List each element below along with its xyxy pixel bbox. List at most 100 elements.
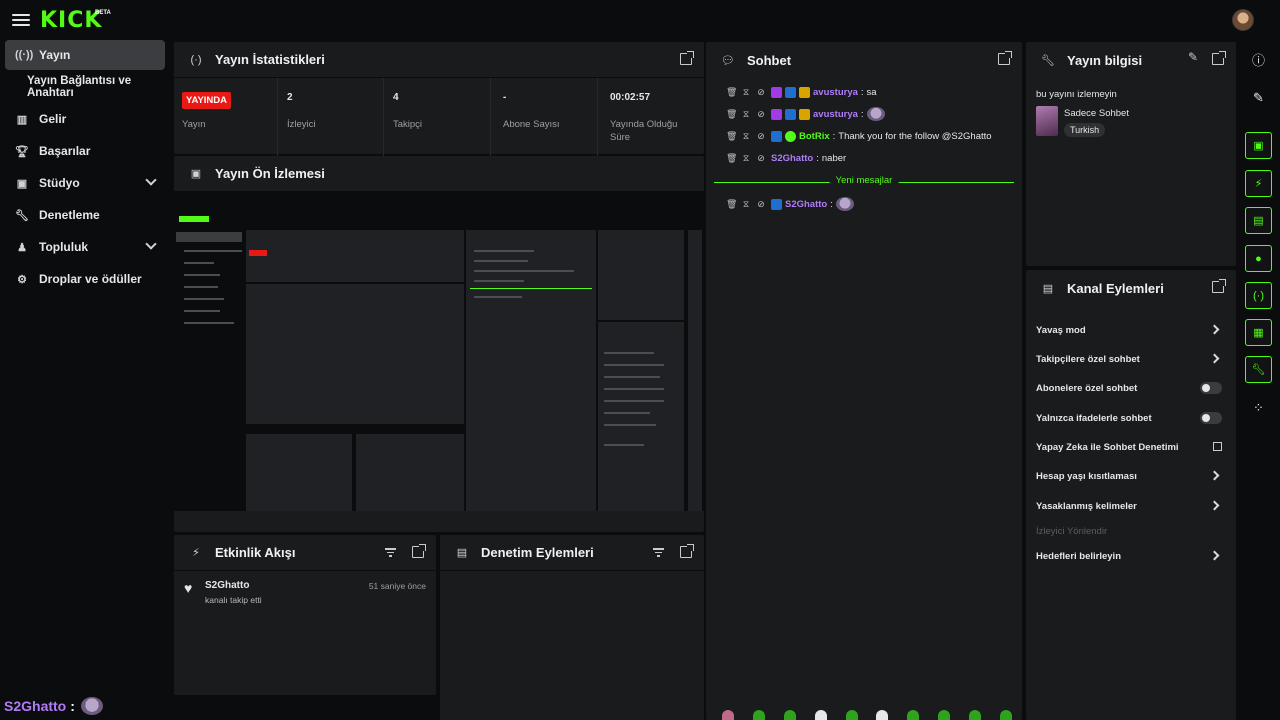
- sidebar-item-topluluk[interactable]: ♟ Topluluk: [5, 232, 165, 262]
- action-followers-only[interactable]: Takipçilere özel sohbet: [1036, 349, 1224, 369]
- chat-username[interactable]: avusturya: [813, 87, 858, 98]
- popout-icon[interactable]: [998, 51, 1012, 65]
- apps-icon[interactable]: ⁘: [1245, 394, 1272, 421]
- delete-icon[interactable]: 🗑︎: [726, 199, 737, 210]
- delete-icon[interactable]: 🗑︎: [726, 109, 737, 120]
- delete-icon[interactable]: 🗑︎: [726, 131, 737, 142]
- stat-label: Abone Sayısı: [503, 119, 560, 130]
- edit-icon[interactable]: ✎: [1188, 50, 1198, 64]
- filter-icon[interactable]: [385, 548, 396, 557]
- toggle-switch[interactable]: [1200, 382, 1222, 394]
- popout-icon[interactable]: [412, 544, 426, 558]
- chat-message[interactable]: 🗑︎ ⧖ ⊘ S2Ghatto :: [726, 196, 854, 212]
- broadcast-icon: (·): [1253, 289, 1264, 302]
- pencil-icon[interactable]: ✎: [1245, 84, 1272, 111]
- kick-logo[interactable]: KICK: [40, 8, 102, 33]
- mic-badge-icon: [771, 108, 782, 120]
- chat-message[interactable]: 🗑︎ ⧖ ⊘ avusturya :: [726, 106, 885, 122]
- timeout-icon[interactable]: ⧖: [741, 131, 751, 142]
- emote-icon[interactable]: [876, 710, 889, 720]
- action-banned-words[interactable]: Yasaklanmış kelimeler: [1036, 496, 1224, 516]
- rail-modlog-button[interactable]: ▤: [1245, 207, 1272, 234]
- sidebar-item-gelir[interactable]: ▥ Gelir: [5, 104, 165, 134]
- action-set-goals[interactable]: Hedefleri belirleyin: [1036, 546, 1224, 566]
- user-avatar[interactable]: [1232, 9, 1254, 31]
- category-name[interactable]: Sadece Sohbet: [1064, 108, 1129, 119]
- sidebar-item-studyo[interactable]: ▣ Stüdyo: [5, 168, 165, 198]
- toggle-switch[interactable]: [1200, 412, 1222, 424]
- timeout-icon[interactable]: ⧖: [741, 109, 751, 120]
- ban-icon[interactable]: ⊘: [756, 131, 766, 142]
- chat-icon: 💬︎: [721, 54, 735, 67]
- action-emotes-only[interactable]: Yalnızca ifadelerle sohbet: [1036, 408, 1224, 428]
- rail-stats-button[interactable]: (·): [1245, 282, 1272, 309]
- preview-sidebar-line: [184, 322, 234, 324]
- event-user[interactable]: S2Ghatto: [205, 580, 249, 591]
- preview-action-line: [604, 444, 644, 446]
- chat-message[interactable]: 🗑︎ ⧖ ⊘ S2Ghatto : naber: [726, 150, 846, 166]
- emote-icon[interactable]: [999, 710, 1012, 720]
- delete-icon[interactable]: 🗑︎: [726, 153, 737, 164]
- emote-icon[interactable]: [969, 710, 981, 720]
- popout-icon[interactable]: [680, 51, 694, 65]
- emote-icon[interactable]: [938, 710, 951, 720]
- sidebar-item-yayin[interactable]: ((·)) Yayın: [5, 40, 165, 70]
- chat-username[interactable]: avusturya: [813, 109, 858, 120]
- preview-action-line: [604, 364, 664, 366]
- delete-icon[interactable]: 🗑︎: [726, 87, 737, 98]
- chat-username[interactable]: BotRix: [799, 131, 830, 142]
- emote-icon[interactable]: [907, 710, 920, 720]
- emote-icon[interactable]: [722, 710, 734, 720]
- ban-icon[interactable]: ⊘: [756, 153, 766, 164]
- chat-username[interactable]: S2Ghatto: [771, 153, 813, 164]
- sidebar-item-label: Droplar ve ödüller: [39, 272, 142, 286]
- rail-actions-button[interactable]: ▦: [1245, 319, 1272, 346]
- timeout-icon[interactable]: ⧖: [741, 199, 751, 210]
- panel-title: Denetim Eylemleri: [481, 545, 594, 560]
- chat-message[interactable]: 🗑︎ ⧖ ⊘ avusturya : sa: [726, 84, 877, 100]
- filter-icon[interactable]: [653, 548, 664, 557]
- preview-modlog: [356, 434, 464, 511]
- emote-icon[interactable]: [814, 710, 827, 720]
- chevron-down-icon: [145, 174, 157, 186]
- stat-subscribers: - Abone Sayısı: [491, 78, 598, 158]
- top-bar: KICK BETA: [0, 0, 1280, 40]
- rail-chat-button[interactable]: ●: [1245, 245, 1272, 272]
- chat-username[interactable]: S2Ghatto: [785, 199, 827, 210]
- emote-icon[interactable]: [783, 710, 796, 720]
- action-subscribers-only[interactable]: Abonelere özel sohbet: [1036, 378, 1224, 398]
- ban-icon[interactable]: ⊘: [756, 87, 766, 98]
- popout-icon[interactable]: [1212, 51, 1226, 65]
- timeout-icon[interactable]: ⧖: [741, 87, 751, 98]
- sidebar-item-stream-key[interactable]: Yayın Bağlantısı ve Anahtarı: [5, 72, 175, 102]
- action-ai-moderation[interactable]: Yapay Zeka ile Sohbet Denetimi: [1036, 437, 1224, 457]
- preview-action-line: [604, 424, 656, 426]
- sidebar-item-basarilar[interactable]: 🏆︎ Başarılar: [5, 136, 165, 166]
- timeout-icon[interactable]: ⧖: [741, 153, 751, 164]
- emote-icon[interactable]: [752, 710, 765, 720]
- preview-sidebar-line: [184, 250, 242, 252]
- sidebar-item-label: Stüdyo: [39, 176, 80, 190]
- popout-icon[interactable]: [680, 544, 694, 558]
- bottom-chat-overlay: S2Ghatto :: [4, 697, 103, 715]
- popout-icon[interactable]: [1212, 279, 1226, 293]
- rail-info-button[interactable]: 🔧︎: [1245, 356, 1272, 383]
- broadcast-icon: ((·)): [15, 49, 34, 61]
- info-icon[interactable]: ⓘ: [1245, 46, 1272, 73]
- ban-icon[interactable]: ⊘: [756, 109, 766, 120]
- category-thumbnail[interactable]: [1036, 106, 1058, 136]
- ban-icon[interactable]: ⊘: [756, 199, 766, 210]
- action-account-age[interactable]: Hesap yaşı kısıtlaması: [1036, 466, 1224, 486]
- emote-strip: [722, 710, 1012, 720]
- panel-title: Sohbet: [747, 52, 792, 68]
- rail-preview-button[interactable]: ▣: [1245, 132, 1272, 159]
- rail-activity-button[interactable]: ⚡︎: [1245, 170, 1272, 197]
- emote-icon[interactable]: [845, 710, 858, 720]
- studio-icon: ▣: [16, 177, 28, 190]
- menu-icon[interactable]: [12, 12, 30, 28]
- sidebar-item-denetleme[interactable]: 🔧︎ Denetleme: [5, 200, 165, 230]
- action-slow-mode[interactable]: Yavaş mod: [1036, 320, 1224, 340]
- video-preview[interactable]: [174, 192, 704, 511]
- chat-message[interactable]: 🗑︎ ⧖ ⊘ BotRix : Thank you for the follow…: [726, 128, 992, 144]
- sidebar-item-droplar[interactable]: ⚙ Droplar ve ödüller: [5, 264, 165, 294]
